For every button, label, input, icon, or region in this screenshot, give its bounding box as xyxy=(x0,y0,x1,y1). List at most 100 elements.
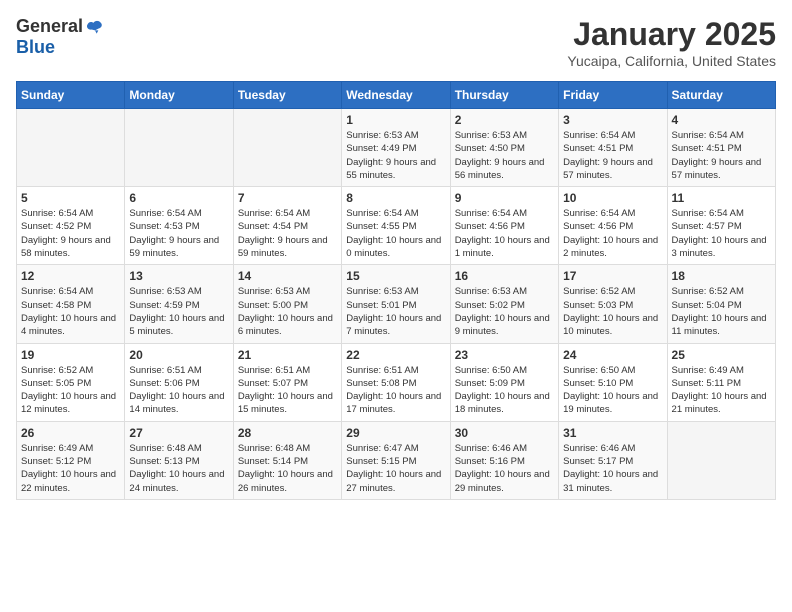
day-cell: 8 Sunrise: 6:54 AM Sunset: 4:55 PM Daylig… xyxy=(342,187,450,265)
day-number: 6 xyxy=(129,191,228,205)
logo: General Blue xyxy=(16,16,107,58)
day-info: Sunrise: 6:48 AM Sunset: 5:14 PM Dayligh… xyxy=(238,442,337,495)
day-info: Sunrise: 6:54 AM Sunset: 4:56 PM Dayligh… xyxy=(455,207,554,260)
day-info: Sunrise: 6:54 AM Sunset: 4:52 PM Dayligh… xyxy=(21,207,120,260)
day-info: Sunrise: 6:46 AM Sunset: 5:17 PM Dayligh… xyxy=(563,442,662,495)
day-cell: 26 Sunrise: 6:49 AM Sunset: 5:12 PM Dayli… xyxy=(17,421,125,499)
day-info: Sunrise: 6:49 AM Sunset: 5:12 PM Dayligh… xyxy=(21,442,120,495)
day-info: Sunrise: 6:51 AM Sunset: 5:08 PM Dayligh… xyxy=(346,364,445,417)
day-info: Sunrise: 6:53 AM Sunset: 5:00 PM Dayligh… xyxy=(238,285,337,338)
day-cell: 21 Sunrise: 6:51 AM Sunset: 5:07 PM Dayli… xyxy=(233,343,341,421)
day-cell: 29Sunrise: 6:47 AM Sunset: 5:15 PM Dayli… xyxy=(342,421,450,499)
calendar-table: SundayMondayTuesdayWednesdayThursdayFrid… xyxy=(16,81,776,500)
day-number: 3 xyxy=(563,113,662,127)
day-cell xyxy=(667,421,775,499)
day-info: Sunrise: 6:54 AM Sunset: 4:55 PM Dayligh… xyxy=(346,207,445,260)
day-info: Sunrise: 6:49 AM Sunset: 5:11 PM Dayligh… xyxy=(672,364,771,417)
day-number: 31 xyxy=(563,426,662,440)
day-number: 8 xyxy=(346,191,445,205)
day-info: Sunrise: 6:53 AM Sunset: 5:01 PM Dayligh… xyxy=(346,285,445,338)
calendar-header-row: SundayMondayTuesdayWednesdayThursdayFrid… xyxy=(17,82,776,109)
title-section: January 2025 Yucaipa, California, United… xyxy=(567,16,776,69)
day-info: Sunrise: 6:53 AM Sunset: 4:50 PM Dayligh… xyxy=(455,129,554,182)
day-number: 17 xyxy=(563,269,662,283)
day-cell: 19 Sunrise: 6:52 AM Sunset: 5:05 PM Dayli… xyxy=(17,343,125,421)
day-cell: 7 Sunrise: 6:54 AM Sunset: 4:54 PM Daylig… xyxy=(233,187,341,265)
day-cell: 16 Sunrise: 6:53 AM Sunset: 5:02 PM Dayli… xyxy=(450,265,558,343)
day-cell: 10Sunrise: 6:54 AM Sunset: 4:56 PM Dayli… xyxy=(559,187,667,265)
day-number: 29 xyxy=(346,426,445,440)
day-cell: 12Sunrise: 6:54 AM Sunset: 4:58 PM Dayli… xyxy=(17,265,125,343)
day-number: 15 xyxy=(346,269,445,283)
day-info: Sunrise: 6:54 AM Sunset: 4:54 PM Dayligh… xyxy=(238,207,337,260)
day-cell: 22 Sunrise: 6:51 AM Sunset: 5:08 PM Dayli… xyxy=(342,343,450,421)
day-cell: 14Sunrise: 6:53 AM Sunset: 5:00 PM Dayli… xyxy=(233,265,341,343)
day-number: 18 xyxy=(672,269,771,283)
day-number: 30 xyxy=(455,426,554,440)
logo-general-text: General xyxy=(16,16,83,37)
day-cell: 31 Sunrise: 6:46 AM Sunset: 5:17 PM Dayli… xyxy=(559,421,667,499)
day-info: Sunrise: 6:54 AM Sunset: 4:51 PM Dayligh… xyxy=(672,129,771,182)
day-cell: 20 Sunrise: 6:51 AM Sunset: 5:06 PM Dayli… xyxy=(125,343,233,421)
day-header-sunday: Sunday xyxy=(17,82,125,109)
day-number: 9 xyxy=(455,191,554,205)
day-number: 5 xyxy=(21,191,120,205)
day-cell xyxy=(233,109,341,187)
location: Yucaipa, California, United States xyxy=(567,53,776,69)
day-number: 11 xyxy=(672,191,771,205)
day-header-saturday: Saturday xyxy=(667,82,775,109)
day-header-tuesday: Tuesday xyxy=(233,82,341,109)
day-info: Sunrise: 6:52 AM Sunset: 5:05 PM Dayligh… xyxy=(21,364,120,417)
day-number: 28 xyxy=(238,426,337,440)
day-number: 19 xyxy=(21,348,120,362)
day-header-monday: Monday xyxy=(125,82,233,109)
day-number: 20 xyxy=(129,348,228,362)
day-number: 23 xyxy=(455,348,554,362)
day-info: Sunrise: 6:51 AM Sunset: 5:07 PM Dayligh… xyxy=(238,364,337,417)
day-number: 4 xyxy=(672,113,771,127)
logo-bird-icon xyxy=(85,17,105,37)
day-number: 10 xyxy=(563,191,662,205)
day-info: Sunrise: 6:46 AM Sunset: 5:16 PM Dayligh… xyxy=(455,442,554,495)
day-number: 26 xyxy=(21,426,120,440)
day-info: Sunrise: 6:53 AM Sunset: 5:02 PM Dayligh… xyxy=(455,285,554,338)
week-row-2: 12Sunrise: 6:54 AM Sunset: 4:58 PM Dayli… xyxy=(17,265,776,343)
day-info: Sunrise: 6:50 AM Sunset: 5:10 PM Dayligh… xyxy=(563,364,662,417)
day-cell xyxy=(17,109,125,187)
day-number: 2 xyxy=(455,113,554,127)
day-cell: 30 Sunrise: 6:46 AM Sunset: 5:16 PM Dayli… xyxy=(450,421,558,499)
day-number: 1 xyxy=(346,113,445,127)
day-info: Sunrise: 6:53 AM Sunset: 4:49 PM Dayligh… xyxy=(346,129,445,182)
week-row-0: 1 Sunrise: 6:53 AM Sunset: 4:49 PM Daylig… xyxy=(17,109,776,187)
day-cell: 5 Sunrise: 6:54 AM Sunset: 4:52 PM Daylig… xyxy=(17,187,125,265)
day-info: Sunrise: 6:52 AM Sunset: 5:04 PM Dayligh… xyxy=(672,285,771,338)
day-cell: 17 Sunrise: 6:52 AM Sunset: 5:03 PM Dayli… xyxy=(559,265,667,343)
logo-blue-text: Blue xyxy=(16,37,55,57)
week-row-1: 5 Sunrise: 6:54 AM Sunset: 4:52 PM Daylig… xyxy=(17,187,776,265)
page-header: General Blue January 2025 Yucaipa, Calif… xyxy=(16,16,776,69)
day-cell: 13 Sunrise: 6:53 AM Sunset: 4:59 PM Dayli… xyxy=(125,265,233,343)
day-cell: 1 Sunrise: 6:53 AM Sunset: 4:49 PM Daylig… xyxy=(342,109,450,187)
day-info: Sunrise: 6:54 AM Sunset: 4:53 PM Dayligh… xyxy=(129,207,228,260)
day-cell: 28 Sunrise: 6:48 AM Sunset: 5:14 PM Dayli… xyxy=(233,421,341,499)
day-cell: 27 Sunrise: 6:48 AM Sunset: 5:13 PM Dayli… xyxy=(125,421,233,499)
day-info: Sunrise: 6:54 AM Sunset: 4:51 PM Dayligh… xyxy=(563,129,662,182)
day-number: 25 xyxy=(672,348,771,362)
week-row-3: 19 Sunrise: 6:52 AM Sunset: 5:05 PM Dayli… xyxy=(17,343,776,421)
day-number: 21 xyxy=(238,348,337,362)
day-info: Sunrise: 6:54 AM Sunset: 4:57 PM Dayligh… xyxy=(672,207,771,260)
day-number: 27 xyxy=(129,426,228,440)
day-info: Sunrise: 6:50 AM Sunset: 5:09 PM Dayligh… xyxy=(455,364,554,417)
day-info: Sunrise: 6:51 AM Sunset: 5:06 PM Dayligh… xyxy=(129,364,228,417)
day-info: Sunrise: 6:52 AM Sunset: 5:03 PM Dayligh… xyxy=(563,285,662,338)
day-info: Sunrise: 6:48 AM Sunset: 5:13 PM Dayligh… xyxy=(129,442,228,495)
day-cell: 23 Sunrise: 6:50 AM Sunset: 5:09 PM Dayli… xyxy=(450,343,558,421)
day-number: 22 xyxy=(346,348,445,362)
day-number: 16 xyxy=(455,269,554,283)
day-cell: 2 Sunrise: 6:53 AM Sunset: 4:50 PM Daylig… xyxy=(450,109,558,187)
day-number: 13 xyxy=(129,269,228,283)
day-number: 7 xyxy=(238,191,337,205)
week-row-4: 26 Sunrise: 6:49 AM Sunset: 5:12 PM Dayli… xyxy=(17,421,776,499)
day-info: Sunrise: 6:53 AM Sunset: 4:59 PM Dayligh… xyxy=(129,285,228,338)
day-cell: 25 Sunrise: 6:49 AM Sunset: 5:11 PM Dayli… xyxy=(667,343,775,421)
